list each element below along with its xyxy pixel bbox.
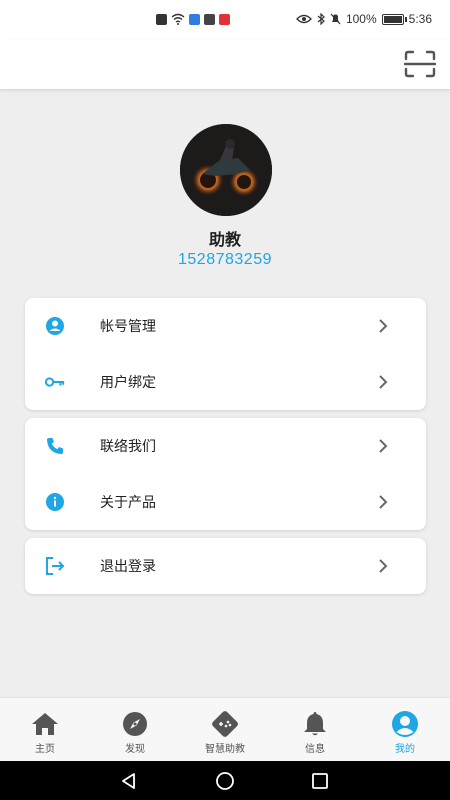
message-notification-icon xyxy=(204,13,215,25)
battery-percent: 100% xyxy=(345,12,377,26)
account-circle-icon xyxy=(45,316,65,336)
status-time: 5:36 xyxy=(408,12,432,26)
compass-icon xyxy=(121,710,149,738)
bell-icon xyxy=(301,710,329,738)
logout-icon xyxy=(45,556,65,576)
wifi-icon xyxy=(171,13,185,25)
user-circle-icon xyxy=(391,710,419,738)
menu-item-label: 帐号管理 xyxy=(100,319,156,335)
home-circle-icon xyxy=(216,772,234,790)
nav-label: 发现 xyxy=(125,744,145,755)
nav-label: 我的 xyxy=(395,744,415,755)
nav-label: 智慧助教 xyxy=(205,744,245,755)
nav-tab-me[interactable]: 我的 xyxy=(360,698,450,761)
status-bar: 100% 5:36 xyxy=(0,0,450,40)
scan-icon xyxy=(404,50,436,78)
bottom-nav: 主页 发现 智慧助教 信息 我的 xyxy=(0,697,450,761)
account-card: 帐号管理 用户绑定 xyxy=(25,298,426,410)
logout-card: 退出登录 xyxy=(25,538,426,594)
avatar-image xyxy=(180,124,272,216)
chevron-right-icon xyxy=(376,319,390,333)
nav-tab-messages[interactable]: 信息 xyxy=(270,698,360,761)
user-phone: 1528783259 xyxy=(178,251,272,268)
key-icon xyxy=(45,372,65,392)
battery-fill xyxy=(383,15,402,23)
gamepad-icon xyxy=(211,710,239,738)
recents-square-icon xyxy=(312,773,328,789)
top-header xyxy=(0,40,450,90)
menu-item-label: 关于产品 xyxy=(100,495,156,511)
system-nav-bar xyxy=(0,761,450,800)
back-triangle-icon xyxy=(122,773,135,789)
nav-tab-discover[interactable]: 发现 xyxy=(90,698,180,761)
mute-icon xyxy=(330,13,341,25)
menu-item-user-binding[interactable]: 用户绑定 xyxy=(25,354,426,410)
menu-item-contact-us[interactable]: 联络我们 xyxy=(25,418,426,474)
home-icon xyxy=(31,710,59,738)
info-icon xyxy=(45,492,65,512)
user-name: 助教 xyxy=(208,230,241,249)
menu-item-label: 联络我们 xyxy=(100,439,156,455)
nav-tab-home[interactable]: 主页 xyxy=(0,698,90,761)
support-card: 联络我们 关于产品 xyxy=(25,418,426,530)
back-button[interactable] xyxy=(118,770,140,792)
menu-item-about-product[interactable]: 关于产品 xyxy=(25,474,426,530)
chevron-right-icon xyxy=(376,375,390,389)
menu-item-label: 退出登录 xyxy=(100,559,156,575)
recents-button[interactable] xyxy=(309,770,331,792)
nav-label: 信息 xyxy=(305,744,325,755)
eye-icon xyxy=(296,14,312,24)
nav-label: 主页 xyxy=(35,744,55,755)
home-system-button[interactable] xyxy=(214,770,236,792)
bluetooth-icon xyxy=(317,13,325,25)
nav-tab-smart-assistant[interactable]: 智慧助教 xyxy=(180,698,270,761)
app-notification-icon xyxy=(189,13,200,25)
sim-icon xyxy=(156,13,167,25)
menu-item-label: 用户绑定 xyxy=(100,375,156,391)
red-app-notification-icon xyxy=(219,13,230,25)
menu-item-account-management[interactable]: 帐号管理 xyxy=(25,298,426,354)
chevron-right-icon xyxy=(376,439,390,453)
chevron-right-icon xyxy=(376,495,390,509)
chevron-right-icon xyxy=(376,559,390,573)
phone-icon xyxy=(45,436,65,456)
notification-icons xyxy=(156,13,230,25)
battery-icon xyxy=(381,13,407,25)
menu-item-logout[interactable]: 退出登录 xyxy=(25,538,426,594)
avatar[interactable] xyxy=(180,124,272,216)
scan-button[interactable] xyxy=(402,46,438,82)
